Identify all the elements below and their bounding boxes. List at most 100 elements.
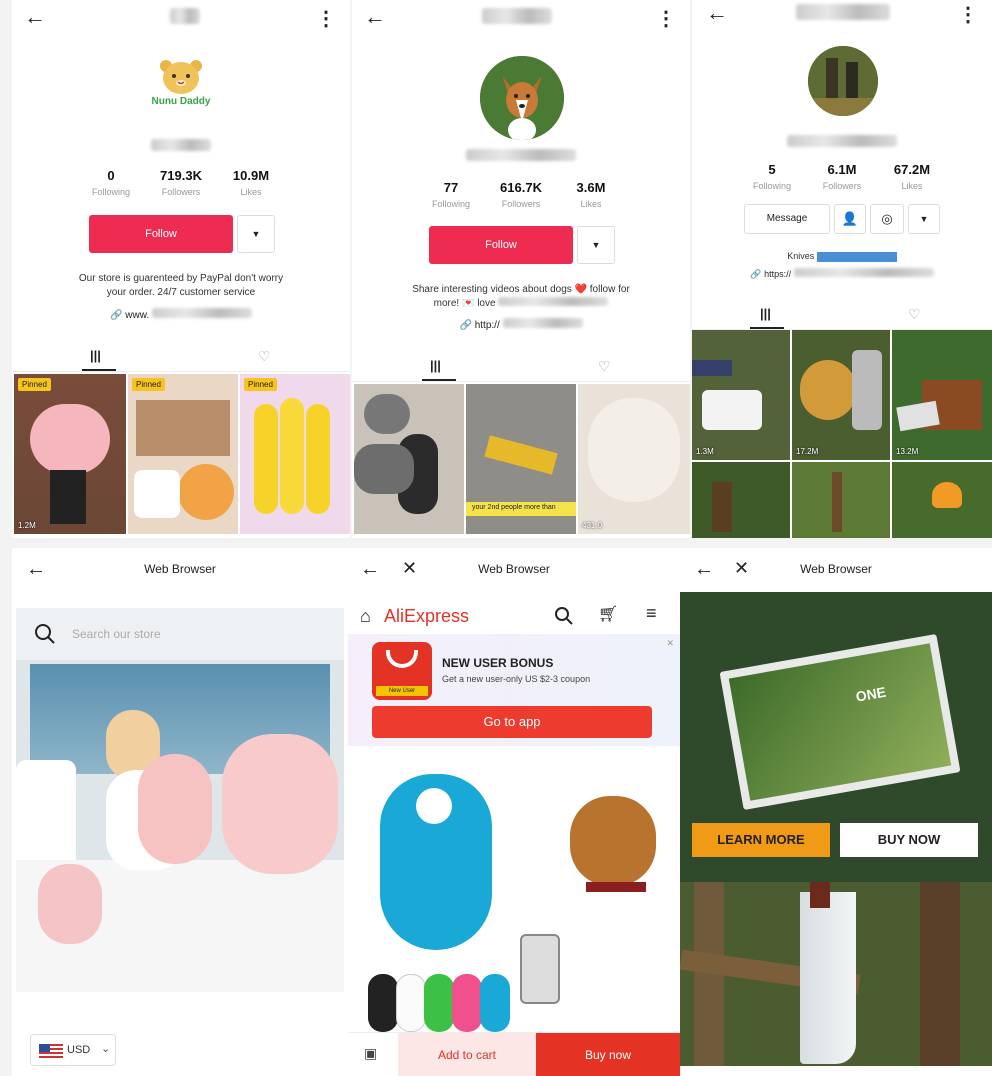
- video-thumb[interactable]: your 2nd people more than: [466, 384, 576, 534]
- videos-grid-icon[interactable]: |||: [90, 348, 101, 363]
- menu-icon[interactable]: ≡: [646, 603, 657, 624]
- video-thumb[interactable]: 431.0: [578, 384, 690, 534]
- video-thumb[interactable]: [892, 462, 992, 538]
- dropdown-button[interactable]: ▼: [908, 204, 940, 234]
- dropdown-button[interactable]: ▼: [237, 215, 275, 253]
- aliexpress-header: ⌂ AliExpress 🛒︎ ≡: [348, 600, 680, 636]
- search-icon[interactable]: [554, 606, 574, 626]
- us-flag-icon: [39, 1044, 63, 1058]
- more-options-icon[interactable]: ⋮: [316, 6, 336, 31]
- video-thumb[interactable]: 17.2M: [792, 330, 890, 460]
- top-bar: ← ⋮: [12, 0, 350, 36]
- video-thumb[interactable]: [792, 462, 890, 538]
- avatar[interactable]: [480, 56, 564, 140]
- browser-title: Web Browser: [800, 562, 872, 576]
- stat-followers[interactable]: 616.7K Followers: [486, 180, 556, 209]
- new-user-banner: New User NEW USER BONUS Get a new user-o…: [348, 634, 680, 746]
- username-header: [482, 8, 552, 24]
- video-thumb[interactable]: Pinned 1.2M: [14, 374, 126, 534]
- videos-grid-icon[interactable]: |||: [760, 306, 771, 321]
- video-thumb[interactable]: [692, 462, 790, 538]
- dropdown-button[interactable]: ▼: [577, 226, 615, 264]
- search-icon: [35, 624, 55, 644]
- dog-photo-icon: [480, 56, 564, 140]
- play-count: 17.2M: [796, 447, 819, 456]
- stat-following[interactable]: 77 Following: [416, 180, 486, 209]
- profile-tabs: ||| ♡: [692, 300, 992, 330]
- stat-following[interactable]: 5 Following: [737, 162, 807, 191]
- follow-button[interactable]: Follow: [89, 215, 233, 253]
- home-icon[interactable]: ⌂: [360, 606, 371, 627]
- bio: Share interesting videos about dogs ❤️ f…: [412, 284, 630, 309]
- bonus-title: NEW USER BONUS: [442, 656, 554, 670]
- username: [151, 139, 211, 151]
- chevron-down-icon: ⌄: [101, 1043, 111, 1055]
- caption-strip: your 2nd people more than: [472, 504, 556, 511]
- learn-more-button[interactable]: LEARN MORE: [692, 823, 830, 857]
- play-count: 13.2M: [896, 447, 919, 456]
- go-to-app-button[interactable]: Go to app: [372, 706, 652, 738]
- profile-link[interactable]: 🔗 www.: [12, 308, 350, 321]
- profile-link[interactable]: 🔗 https://: [692, 268, 992, 280]
- more-options-icon[interactable]: ⋮: [656, 6, 676, 31]
- profile-panel-knives: ← ⋮ 5 Following 6.1M Followers 67.2M Likes …: [692, 0, 992, 538]
- booklet-image: ONE: [719, 633, 961, 811]
- stat-likes: 10.9M Likes: [232, 168, 270, 197]
- back-arrow-icon[interactable]: ←: [24, 6, 46, 28]
- stats-row: 77 Following 616.7K Followers 3.6M Likes: [352, 180, 690, 209]
- buy-now-button[interactable]: BUY NOW: [840, 823, 978, 857]
- browser-title: Web Browser: [478, 562, 550, 576]
- cart-icon[interactable]: 🛒︎: [598, 604, 618, 624]
- promo-section: ONE LEARN MORE BUY NOW: [680, 592, 992, 882]
- avatar[interactable]: Nunu Daddy: [142, 50, 220, 128]
- stat-following[interactable]: 0 Following: [76, 168, 146, 197]
- close-banner-icon[interactable]: ✕: [666, 638, 674, 649]
- profile-link[interactable]: 🔗 http://: [352, 318, 690, 331]
- stat-followers[interactable]: 6.1M Followers: [807, 162, 877, 191]
- video-thumb[interactable]: Pinned: [240, 374, 350, 534]
- logo-text: Nunu Daddy: [151, 96, 211, 107]
- follow-button[interactable]: Follow: [429, 226, 573, 264]
- video-thumb[interactable]: Pinned: [128, 374, 238, 534]
- liked-heart-icon[interactable]: ♡: [258, 348, 271, 365]
- video-thumb[interactable]: [354, 384, 464, 534]
- video-thumb[interactable]: 1.3M: [692, 330, 790, 460]
- videos-grid-icon[interactable]: |||: [430, 358, 441, 373]
- stats-row: 5 Following 6.1M Followers 67.2M Likes: [692, 162, 992, 191]
- liked-heart-icon[interactable]: ♡: [598, 358, 611, 375]
- knives-tag: Knives: [692, 251, 992, 262]
- brand-logo[interactable]: AliExpress: [384, 606, 469, 627]
- video-thumb[interactable]: 13.2M: [892, 330, 992, 460]
- buy-now-button[interactable]: Buy now: [536, 1033, 680, 1076]
- profile-tabs: ||| ♡: [352, 352, 690, 382]
- play-count: 1.2M: [18, 521, 36, 530]
- browser-title: Web Browser: [144, 562, 216, 576]
- avatar[interactable]: [808, 46, 878, 116]
- top-bar: ← ⋮: [352, 0, 690, 36]
- hero-image: [16, 660, 344, 992]
- bio: Our store is guarenteed by PayPal don't …: [78, 273, 284, 298]
- liked-heart-icon[interactable]: ♡: [908, 306, 921, 323]
- product-image: [348, 746, 680, 1032]
- add-friend-icon[interactable]: 👤: [834, 204, 866, 234]
- stat-followers[interactable]: 719.3K Followers: [146, 168, 216, 197]
- currency-selector[interactable]: USD ⌄: [30, 1034, 116, 1066]
- bottom-action-bar: ▣ Add to cart Buy now: [348, 1032, 680, 1076]
- more-options-icon[interactable]: ⋮: [958, 2, 978, 27]
- username-header: [796, 4, 890, 20]
- store-icon[interactable]: ▣: [364, 1045, 377, 1062]
- username: [787, 135, 897, 147]
- add-to-cart-button[interactable]: Add to cart: [398, 1033, 536, 1076]
- browser-panel-store: ← Web Browser Search our store USD ⌄: [12, 548, 348, 1076]
- message-button[interactable]: Message: [744, 204, 830, 234]
- search-input[interactable]: Search our store: [72, 627, 161, 641]
- play-count: 1.3M: [696, 447, 714, 456]
- profile-tabs: ||| ♡: [12, 342, 350, 372]
- top-bar: ← ⋮: [692, 0, 992, 36]
- knife-forest-image: [680, 882, 992, 1066]
- instagram-icon[interactable]: ◎: [870, 204, 904, 234]
- browser-panel-aliexpress: ← ✕ Web Browser ⌂ AliExpress 🛒︎ ≡ New Us…: [348, 548, 680, 1076]
- search-bar[interactable]: Search our store: [16, 608, 344, 660]
- back-arrow-icon[interactable]: ←: [364, 6, 386, 28]
- back-arrow-icon[interactable]: ←: [706, 2, 728, 24]
